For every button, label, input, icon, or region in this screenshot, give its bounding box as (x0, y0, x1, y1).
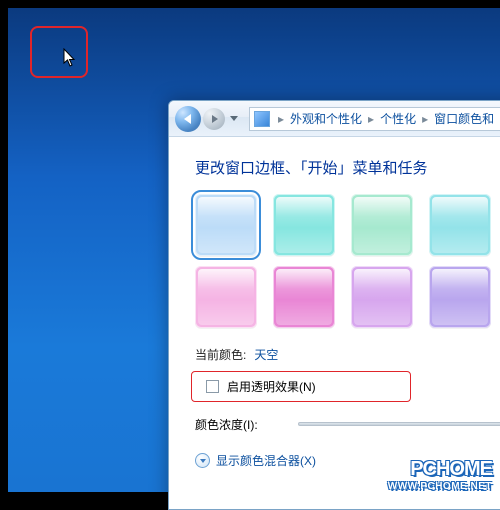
nav-history-dropdown[interactable] (227, 108, 241, 130)
arrow-left-icon (184, 114, 191, 124)
breadcrumb-sep: ▸ (364, 112, 378, 126)
chevron-down-icon (230, 116, 238, 121)
color-swatch-aqua[interactable] (429, 194, 491, 256)
breadcrumb-sep: ▸ (418, 112, 432, 126)
forward-button[interactable] (203, 108, 225, 130)
slider-track (298, 422, 500, 426)
watermark-url: WWW.PCHOME.NET (388, 481, 492, 492)
transparency-row-highlight: 启用透明效果(N) (191, 371, 411, 402)
color-swatch-pink[interactable] (195, 266, 257, 328)
window-content: 更改窗口边框、「开始」菜单和任务 当前颜色: 天空 启用透明效果(N) 颜色浓度… (169, 137, 500, 479)
chevron-down-icon (200, 459, 206, 463)
page-title: 更改窗口边框、「开始」菜单和任务 (195, 157, 500, 178)
window-color-settings: ▸ 外观和个性化 ▸ 个性化 ▸ 窗口颜色和 更改窗口边框、「开始」菜单和任务 … (168, 100, 500, 510)
expander-icon (195, 453, 210, 468)
current-color-label: 当前颜色: (195, 346, 246, 363)
color-swatch-grid (195, 194, 500, 328)
cursor-icon (63, 48, 77, 68)
annotation-highlight-top (30, 26, 88, 78)
personalization-icon (254, 111, 270, 127)
watermark: PCHOME WWW.PCHOME.NET (388, 458, 492, 492)
color-swatch-violet[interactable] (429, 266, 491, 328)
watermark-brand: PCHOME (388, 458, 492, 481)
breadcrumb-appearance[interactable]: 外观和个性化 (288, 110, 364, 127)
transparency-checkbox[interactable] (206, 380, 219, 393)
arrow-right-icon (212, 115, 218, 123)
breadcrumb-sep: ▸ (274, 112, 288, 126)
intensity-slider[interactable] (298, 414, 500, 434)
current-color-row: 当前颜色: 天空 (195, 346, 500, 363)
breadcrumb-personalization[interactable]: 个性化 (378, 110, 418, 127)
color-swatch-mint[interactable] (351, 194, 413, 256)
intensity-label: 颜色浓度(I): (195, 416, 258, 433)
color-swatch-magenta[interactable] (273, 266, 335, 328)
transparency-label[interactable]: 启用透明效果(N) (227, 378, 316, 395)
current-color-value: 天空 (254, 346, 278, 363)
address-bar[interactable]: ▸ 外观和个性化 ▸ 个性化 ▸ 窗口颜色和 (249, 107, 500, 131)
color-swatch-sky[interactable] (195, 194, 257, 256)
breadcrumb-window-color[interactable]: 窗口颜色和 (432, 110, 496, 127)
color-swatch-teal[interactable] (273, 194, 335, 256)
window-titlebar: ▸ 外观和个性化 ▸ 个性化 ▸ 窗口颜色和 (169, 101, 500, 137)
color-swatch-lavender[interactable] (351, 266, 413, 328)
desktop-background: ▸ 外观和个性化 ▸ 个性化 ▸ 窗口颜色和 更改窗口边框、「开始」菜单和任务 … (8, 8, 500, 492)
intensity-row: 颜色浓度(I): (195, 414, 500, 434)
back-button[interactable] (175, 106, 201, 132)
mixer-label: 显示颜色混合器(X) (216, 452, 316, 469)
